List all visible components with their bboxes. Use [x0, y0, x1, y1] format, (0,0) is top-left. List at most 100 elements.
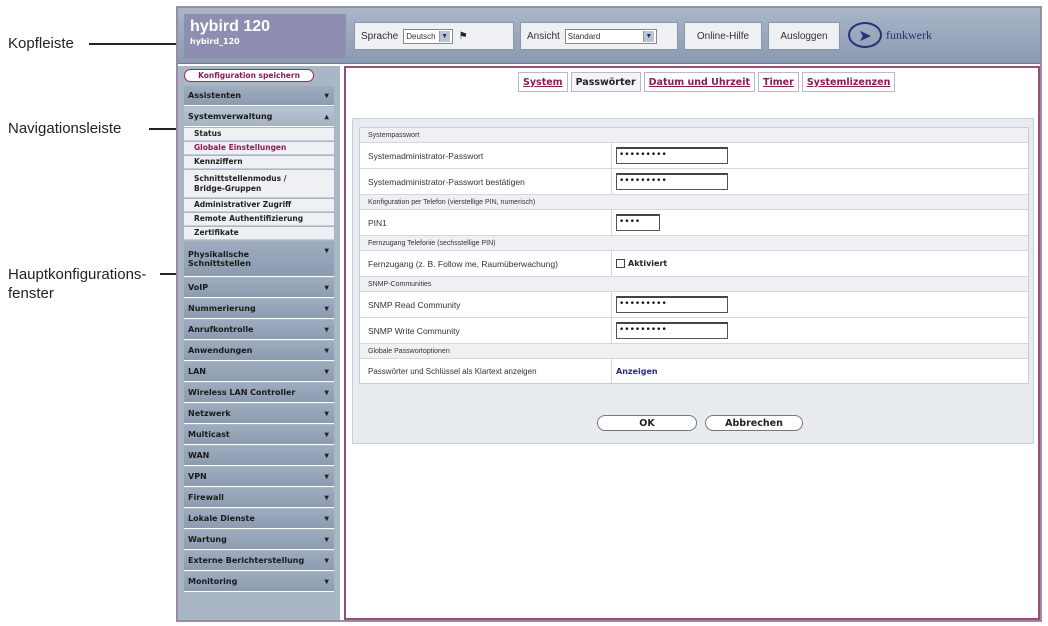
nav-voip[interactable]: VoIP ▼	[184, 278, 334, 298]
tab-passwoerter[interactable]: Passwörter	[570, 72, 641, 92]
nav-systemverwaltung[interactable]: Systemverwaltung ▲	[184, 107, 334, 127]
main-config-window: System Passwörter Datum und Uhrzeit Time…	[344, 66, 1040, 620]
chevron-down-icon: ▼	[642, 30, 654, 42]
nav-netzwerk[interactable]: Netzwerk ▼	[184, 404, 334, 424]
view-select[interactable]: Standard ▼	[564, 28, 657, 44]
section-konfiguration-telefon: Konfiguration per Telefon (vierstellige …	[360, 195, 1028, 210]
chevron-down-icon: ▼	[324, 578, 329, 585]
chevron-down-icon: ▼	[324, 92, 329, 99]
nav-wireless-lan-controller[interactable]: Wireless LAN Controller ▼	[184, 383, 334, 403]
form-row: SNMP Read Community •••••••••	[360, 292, 1028, 318]
nav-multicast[interactable]: Multicast ▼	[184, 425, 334, 445]
nav-firewall[interactable]: Firewall ▼	[184, 488, 334, 508]
logout-link[interactable]: Ausloggen	[768, 22, 840, 50]
product-brand: hybird 120 hybird_120	[184, 14, 346, 58]
nav-vpn[interactable]: VPN ▼	[184, 467, 334, 487]
field-label: SNMP Read Community	[360, 292, 612, 317]
language-value: Deutsch	[406, 31, 436, 41]
language-box: Sprache Deutsch ▼ ⚑	[354, 22, 514, 50]
tab-systemlizenzen[interactable]: Systemlizenzen	[801, 72, 896, 92]
nav-lokale-dienste[interactable]: Lokale Dienste ▼	[184, 509, 334, 529]
form-row: PIN1 ••••	[360, 210, 1028, 236]
nav-sub-status[interactable]: Status	[184, 128, 334, 141]
chevron-down-icon: ▼	[324, 431, 329, 438]
callout-line-navigation	[149, 128, 176, 130]
section-systempasswort: Systempasswort	[360, 128, 1028, 143]
chevron-down-icon: ▼	[324, 389, 329, 396]
view-label: Ansicht	[527, 30, 560, 42]
show-plaintext-link[interactable]: Anzeigen	[616, 367, 658, 376]
tab-timer[interactable]: Timer	[758, 72, 799, 92]
section-snmp-communities: SNMP-Communities	[360, 277, 1028, 292]
form-row: Passwörter und Schlüssel als Klartext an…	[360, 359, 1028, 383]
language-label: Sprache	[361, 30, 399, 42]
password-form: Systempasswort Systemadministrator-Passw…	[359, 127, 1029, 384]
form-row: Fernzugang (z. B. Follow me, Raumüberwac…	[360, 251, 1028, 277]
nav-nummerierung[interactable]: Nummerierung ▼	[184, 299, 334, 319]
chevron-down-icon: ▼	[324, 536, 329, 543]
nav-wan[interactable]: WAN ▼	[184, 446, 334, 466]
field-label: Systemadministrator-Passwort	[360, 143, 612, 168]
nav-sub-kennziffern[interactable]: Kennziffern	[184, 156, 334, 169]
chevron-down-icon: ▼	[324, 305, 329, 312]
chevron-down-icon: ▼	[438, 30, 450, 42]
callout-haupt-2: fenster	[8, 285, 54, 302]
form-row: SNMP Write Community •••••••••	[360, 318, 1028, 344]
pin1-input[interactable]: ••••	[616, 214, 660, 231]
field-label: Fernzugang (z. B. Follow me, Raumüberwac…	[360, 251, 612, 276]
button-bar: OK Abbrechen	[597, 415, 811, 431]
nav-sub-globale-einstellungen[interactable]: Globale Einstellungen	[184, 142, 334, 155]
flag-icon[interactable]: ⚑	[459, 31, 468, 42]
nav-anrufkontrolle[interactable]: Anrufkontrolle ▼	[184, 320, 334, 340]
field-label: PIN1	[360, 210, 612, 235]
chevron-down-icon: ▼	[324, 368, 329, 375]
online-help-link[interactable]: Online-Hilfe	[684, 22, 762, 50]
snmp-write-input[interactable]: •••••••••	[616, 322, 728, 339]
form-panel: Systempasswort Systemadministrator-Passw…	[352, 118, 1034, 444]
nav-assistenten[interactable]: Assistenten ▼	[184, 86, 334, 106]
callout-haupt-1: Hauptkonfigurations-	[8, 266, 147, 283]
nav-monitoring[interactable]: Monitoring ▼	[184, 572, 334, 592]
navigation-sidebar: Konfiguration speichern Assistenten ▼ Sys…	[178, 66, 340, 620]
chevron-down-icon: ▼	[324, 410, 329, 417]
section-globale-passwortoptionen: Globale Passwortoptionen	[360, 344, 1028, 359]
tab-bar: System Passwörter Datum und Uhrzeit Time…	[518, 72, 898, 92]
tab-datum-uhrzeit[interactable]: Datum und Uhrzeit	[643, 72, 756, 92]
callout-line-kopfleiste	[89, 43, 176, 45]
logo-text: funkwerk	[886, 28, 932, 42]
chevron-down-icon: ▼	[324, 473, 329, 480]
form-row: Systemadministrator-Passwort bestätigen …	[360, 169, 1028, 195]
nav-lan[interactable]: LAN ▼	[184, 362, 334, 382]
nav-sub-schnittstellenmodus[interactable]: Schnittstellenmodus / Bridge-Gruppen	[184, 170, 334, 198]
tab-system[interactable]: System	[518, 72, 568, 92]
save-config-button[interactable]: Konfiguration speichern	[184, 69, 314, 82]
cancel-button[interactable]: Abbrechen	[705, 415, 803, 431]
admin-password-confirm-input[interactable]: •••••••••	[616, 173, 728, 190]
fernzugang-checkbox[interactable]: Aktiviert	[616, 259, 667, 268]
checkbox-icon	[616, 259, 625, 268]
callout-navigationsleiste: Navigationsleiste	[8, 120, 122, 137]
nav-sub-zertifikate[interactable]: Zertifikate	[184, 227, 334, 240]
ok-button[interactable]: OK	[597, 415, 697, 431]
chevron-down-icon: ▼	[324, 494, 329, 501]
chevron-down-icon: ▼	[324, 326, 329, 333]
chevron-down-icon: ▼	[324, 284, 329, 291]
nav-sub-remote-authentifizierung[interactable]: Remote Authentifizierung	[184, 213, 334, 226]
view-box: Ansicht Standard ▼	[520, 22, 678, 50]
callout-kopfleiste: Kopfleiste	[8, 35, 74, 52]
language-select[interactable]: Deutsch ▼	[403, 28, 453, 44]
nav-externe-berichterstellung[interactable]: Externe Berichterstellung ▼	[184, 551, 334, 571]
field-label: SNMP Write Community	[360, 318, 612, 343]
field-label: Systemadministrator-Passwort bestätigen	[360, 169, 612, 194]
bird-icon: ➤	[848, 22, 882, 48]
form-row: Systemadministrator-Passwort •••••••••	[360, 143, 1028, 169]
nav-wartung[interactable]: Wartung ▼	[184, 530, 334, 550]
nav-anwendungen[interactable]: Anwendungen ▼	[184, 341, 334, 361]
nav-physikalische-schnittstellen[interactable]: Physikalische Schnittstellen ▼	[184, 241, 334, 277]
admin-password-input[interactable]: •••••••••	[616, 147, 728, 164]
chevron-down-icon: ▼	[324, 557, 329, 564]
snmp-read-input[interactable]: •••••••••	[616, 296, 728, 313]
nav-sub-administrativer-zugriff[interactable]: Administrativer Zugriff	[184, 199, 334, 212]
company-logo: ➤ funkwerk	[848, 20, 963, 50]
chevron-down-icon: ▼	[324, 347, 329, 354]
